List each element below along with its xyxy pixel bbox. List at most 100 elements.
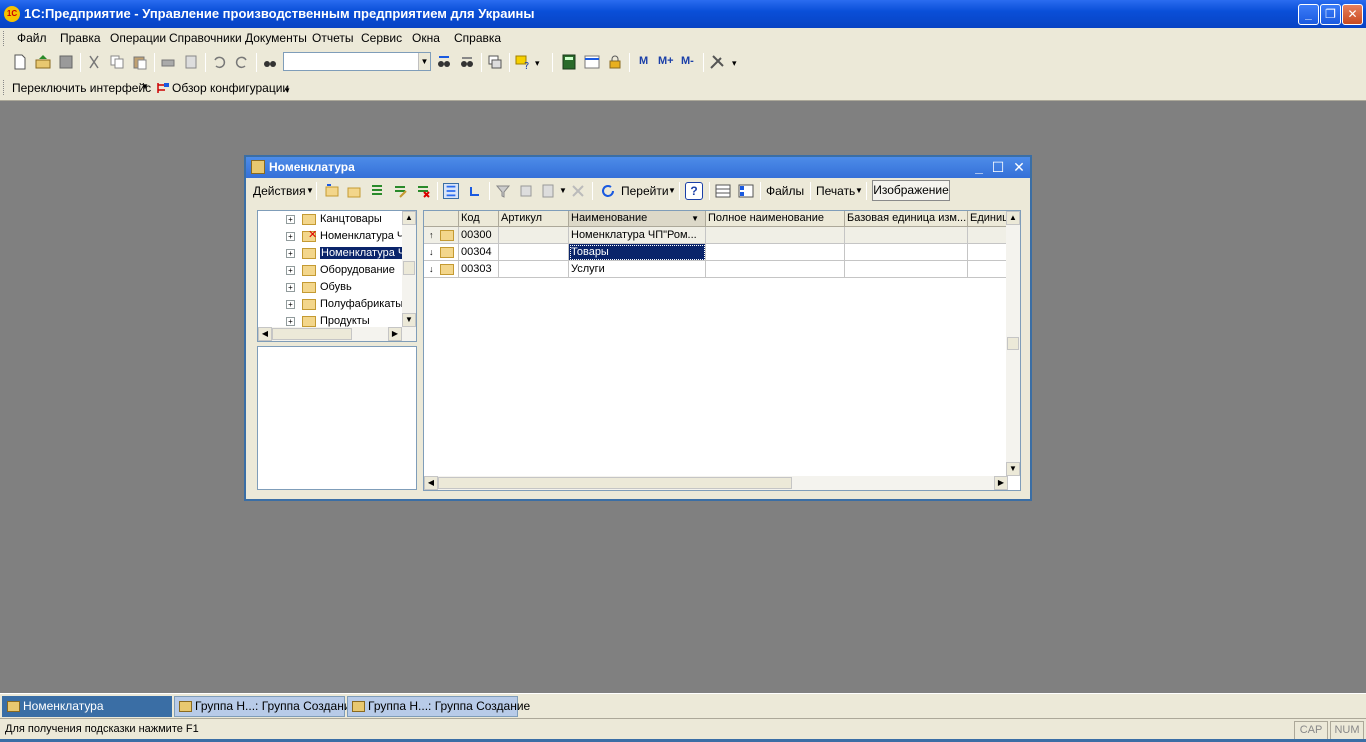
tree-horizontal-scrollbar[interactable]: ◀ ▶ — [258, 327, 416, 341]
column-header-name[interactable]: Наименование ▼ — [569, 211, 706, 227]
groups-tree[interactable]: + Канцтовары + ✕ Номенклатура Ч + Номенк… — [257, 210, 417, 342]
menu-help[interactable]: Справка — [454, 31, 501, 45]
calculator-icon[interactable] — [561, 54, 577, 70]
search-combo[interactable]: ▼ — [283, 52, 431, 71]
child-maximize-button[interactable]: ☐ — [989, 158, 1007, 176]
files-button[interactable]: Файлы — [766, 184, 804, 198]
image-button[interactable]: Изображение — [872, 180, 950, 201]
task-nomenclature[interactable]: Номенклатура — [2, 696, 172, 717]
table-cell-fullname[interactable] — [706, 244, 845, 261]
task-group-create-1[interactable]: Группа Н...: Группа Создание — [174, 696, 357, 717]
help-button[interactable]: ? — [685, 182, 703, 200]
add-item-icon[interactable] — [324, 183, 340, 199]
table-cell-name[interactable]: Номенклатура ЧП"Ром... — [569, 227, 706, 244]
cut-icon[interactable] — [86, 54, 102, 70]
level-up-icon[interactable] — [467, 183, 483, 199]
tree-item[interactable]: + Оборудование — [258, 262, 404, 279]
table-cell-unit[interactable] — [968, 261, 1008, 278]
undo-icon[interactable] — [211, 54, 227, 70]
close-button[interactable]: ✕ — [1342, 4, 1363, 25]
help-topics-icon[interactable]: ? — [515, 54, 531, 70]
scroll-thumb[interactable] — [272, 328, 352, 340]
table-cell-name[interactable]: Услуги — [569, 261, 706, 278]
find-binoculars-icon[interactable] — [262, 54, 278, 70]
table-cell-base-unit[interactable] — [845, 261, 968, 278]
table-cell-base-unit[interactable] — [845, 227, 968, 244]
menu-reports[interactable]: Отчеты — [312, 31, 353, 45]
scroll-down-icon[interactable]: ▼ — [1006, 462, 1020, 476]
scroll-down-icon[interactable]: ▼ — [402, 313, 416, 327]
menu-windows[interactable]: Окна — [412, 31, 440, 45]
menu-catalogs[interactable]: Справочники — [169, 31, 242, 45]
table-cell-base-unit[interactable] — [845, 244, 968, 261]
filter-value-icon[interactable] — [518, 183, 534, 199]
expand-icon[interactable]: + — [286, 249, 295, 258]
scroll-left-icon[interactable]: ◀ — [258, 327, 272, 341]
scroll-thumb[interactable] — [438, 477, 792, 489]
expand-icon[interactable]: + — [286, 300, 295, 309]
scroll-up-icon[interactable]: ▲ — [402, 211, 416, 225]
print-icon[interactable] — [160, 54, 176, 70]
redo-icon[interactable] — [234, 54, 250, 70]
menu-file[interactable]: Файл — [17, 31, 47, 45]
column-header-base-unit[interactable]: Базовая единица изм... — [845, 211, 968, 227]
copy-icon[interactable] — [109, 54, 125, 70]
scroll-up-icon[interactable]: ▲ — [1006, 211, 1020, 225]
open-icon[interactable] — [35, 54, 51, 70]
table-cell-article[interactable] — [499, 261, 569, 278]
table-cell-fullname[interactable] — [706, 227, 845, 244]
tree-item[interactable]: + Обувь — [258, 279, 404, 296]
scroll-right-icon[interactable]: ▶ — [994, 476, 1008, 490]
child-minimize-button[interactable]: _ — [970, 158, 988, 176]
toolbar-grip[interactable] — [3, 31, 6, 46]
tree-item[interactable]: + Канцтовары — [258, 211, 404, 228]
tree-item[interactable]: + Полуфабрикаты — [258, 296, 404, 313]
menu-documents[interactable]: Документы — [245, 31, 307, 45]
menu-service[interactable]: Сервис — [361, 31, 402, 45]
column-header-article[interactable]: Артикул — [499, 211, 569, 227]
memory-m-button[interactable]: M — [639, 55, 648, 67]
table-row-icon[interactable]: ↑ — [424, 227, 459, 244]
config-overview-button[interactable]: Обзор конфигурации — [172, 81, 289, 95]
tree-item-selected[interactable]: + Номенклатура Ч — [258, 245, 407, 262]
scroll-right-icon[interactable]: ▶ — [388, 327, 402, 341]
copy-item-icon[interactable] — [369, 183, 385, 199]
nomenclature-window-titlebar[interactable]: Номенклатура _ ☐ ✕ — [246, 157, 1030, 178]
print-menu-button[interactable]: Печать — [816, 184, 855, 198]
paste-icon[interactable] — [132, 54, 148, 70]
hierarchy-icon[interactable] — [443, 183, 459, 199]
table-row-icon[interactable]: ↓ — [424, 261, 459, 278]
table-cell-code[interactable]: 00304 — [459, 244, 499, 261]
lock-icon[interactable] — [607, 54, 623, 70]
filter-icon[interactable] — [495, 183, 511, 199]
expand-icon[interactable]: + — [286, 283, 295, 292]
list-view-icon[interactable] — [715, 183, 731, 199]
table-cell-article[interactable] — [499, 227, 569, 244]
column-header-code[interactable]: Код — [459, 211, 499, 227]
table-horizontal-scrollbar[interactable]: ◀ ▶ — [424, 476, 1008, 490]
table-cell-name-selected[interactable]: Товары — [569, 244, 706, 261]
chevron-down-icon[interactable]: ▾ — [732, 58, 737, 69]
goto-menu-button[interactable]: Перейти — [621, 184, 669, 198]
tools-icon[interactable] — [709, 54, 725, 70]
tree-vertical-scrollbar[interactable]: ▲ ▼ — [402, 211, 416, 327]
calendar-icon[interactable] — [584, 54, 600, 70]
clear-filter-icon[interactable] — [570, 183, 586, 199]
nomenclature-table[interactable]: Код Артикул Наименование ▼ Полное наимен… — [423, 210, 1021, 491]
chevron-down-icon[interactable]: ▼ — [559, 186, 567, 195]
memory-m-minus-button[interactable]: M- — [681, 55, 694, 67]
table-cell-code[interactable]: 00300 — [459, 227, 499, 244]
expand-icon[interactable]: + — [286, 266, 295, 275]
menu-operations[interactable]: Операции — [110, 31, 166, 45]
chevron-down-icon[interactable]: ▾ — [285, 85, 290, 96]
expand-icon[interactable]: + — [286, 232, 295, 241]
minimize-button[interactable]: _ — [1298, 4, 1319, 25]
save-icon[interactable] — [58, 54, 74, 70]
refresh-icon[interactable] — [600, 183, 616, 199]
column-header-icon[interactable] — [424, 211, 459, 227]
find-next-icon[interactable] — [436, 54, 452, 70]
child-close-button[interactable]: ✕ — [1010, 158, 1028, 176]
table-cell-article[interactable] — [499, 244, 569, 261]
table-cell-code[interactable]: 00303 — [459, 261, 499, 278]
switch-interface-button[interactable]: Переключить интерфейс — [12, 81, 151, 95]
